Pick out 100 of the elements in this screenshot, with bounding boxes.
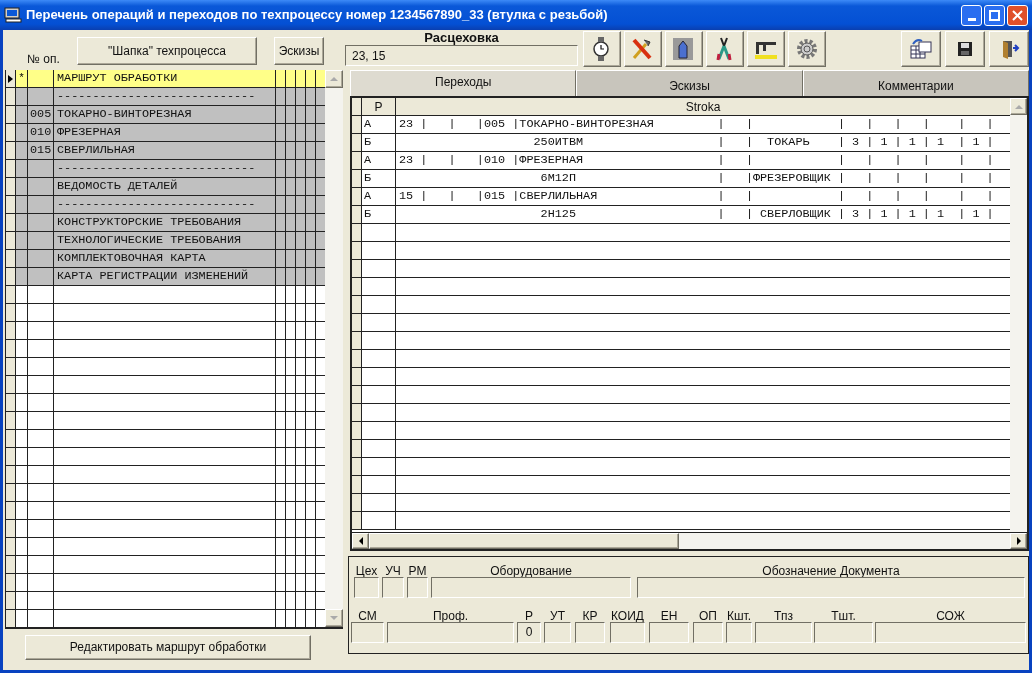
row-selector[interactable] <box>352 206 362 223</box>
input-field[interactable] <box>431 577 631 598</box>
row-selector[interactable] <box>6 286 16 303</box>
row-selector[interactable] <box>352 512 362 529</box>
grid-row[interactable]: 010 ФРЕЗЕРНАЯ <box>6 124 325 142</box>
sketches-button[interactable]: Эскизы <box>274 37 324 65</box>
row-selector[interactable] <box>352 494 362 511</box>
row-selector[interactable] <box>6 412 16 429</box>
row-selector[interactable] <box>6 196 16 213</box>
row-selector[interactable] <box>6 70 16 87</box>
grid-row[interactable]: 015 СВЕРЛИЛЬНАЯ <box>6 142 325 160</box>
tab[interactable]: Комментарии <box>802 70 1029 96</box>
input-field[interactable] <box>726 622 752 643</box>
row-selector[interactable] <box>352 350 362 367</box>
grid-row[interactable]: ТЕХНОЛОГИЧЕСКИЕ ТРЕБОВАНИЯ <box>6 232 325 250</box>
row-selector[interactable] <box>352 368 362 385</box>
row-selector[interactable] <box>352 404 362 421</box>
table-cell[interactable]: ФРЕЗЕРНАЯ <box>57 126 121 139</box>
column-header[interactable]: Stroka <box>396 98 1010 115</box>
scroll-thumb[interactable] <box>369 533 679 549</box>
table-cell[interactable]: МАРШРУТ ОБРАБОТКИ <box>57 72 178 85</box>
toolbar-button[interactable] <box>583 31 621 67</box>
row-selector[interactable] <box>352 278 362 295</box>
row-selector[interactable] <box>6 142 16 159</box>
row-selector[interactable] <box>6 178 16 195</box>
row-selector[interactable] <box>6 448 16 465</box>
column-header[interactable]: Р <box>362 98 396 115</box>
row-selector[interactable] <box>6 592 16 609</box>
row-selector[interactable] <box>6 610 16 627</box>
vertical-scrollbar[interactable] <box>325 70 343 627</box>
tab[interactable]: Эскизы <box>576 70 803 96</box>
row-selector[interactable] <box>6 250 16 267</box>
table-cell[interactable]: ВЕДОМОСТЬ ДЕТАЛЕЙ <box>57 180 178 193</box>
row-selector[interactable] <box>6 106 16 123</box>
row-selector[interactable] <box>6 322 16 339</box>
input-field[interactable] <box>814 622 873 643</box>
table-cell[interactable]: СВЕРЛИЛЬНАЯ <box>57 144 135 157</box>
row-selector[interactable] <box>352 458 362 475</box>
row-selector[interactable] <box>6 340 16 357</box>
tab[interactable]: Переходы <box>350 70 577 96</box>
row-selector[interactable] <box>6 304 16 321</box>
scroll-up-button[interactable] <box>325 70 343 88</box>
row-selector[interactable] <box>6 466 16 483</box>
minimize-button[interactable] <box>961 4 982 26</box>
row-selector[interactable] <box>352 422 362 439</box>
row-selector[interactable] <box>352 116 362 133</box>
input-field[interactable] <box>387 622 514 643</box>
row-selector[interactable] <box>6 556 16 573</box>
table-cell[interactable]: ---------------------------- <box>57 162 256 175</box>
grid-row[interactable]: КОМПЛЕКТОВОЧНАЯ КАРТА <box>6 250 325 268</box>
row-selector[interactable] <box>352 242 362 259</box>
row-selector[interactable] <box>6 88 16 105</box>
input-field[interactable] <box>637 577 1025 598</box>
table-cell[interactable]: ТОКАРНО-ВИНТОРЕЗНАЯ <box>57 108 192 121</box>
row-selector[interactable] <box>352 152 362 169</box>
row-selector[interactable] <box>6 502 16 519</box>
row-selector[interactable] <box>6 538 16 555</box>
shop-route-field[interactable]: 23, 15 <box>345 45 578 66</box>
row-selector[interactable] <box>6 268 16 285</box>
row-selector[interactable] <box>352 332 362 349</box>
row-selector[interactable] <box>352 224 362 241</box>
toolbar-button[interactable] <box>989 31 1029 67</box>
scroll-right-button[interactable] <box>1010 533 1027 549</box>
input-field[interactable] <box>351 622 384 643</box>
row-selector[interactable] <box>352 440 362 457</box>
input-field[interactable] <box>544 622 571 643</box>
row-selector[interactable] <box>6 430 16 447</box>
close-button[interactable] <box>1007 4 1028 26</box>
grid-row[interactable]: КОНСТРУКТОРСКИЕ ТРЕБОВАНИЯ <box>6 214 325 232</box>
row-selector[interactable] <box>6 574 16 591</box>
vertical-scrollbar[interactable] <box>1010 98 1027 532</box>
input-field[interactable] <box>875 622 1026 643</box>
scroll-down-button[interactable] <box>325 609 343 627</box>
scroll-up-button[interactable] <box>1010 98 1027 115</box>
input-field[interactable] <box>407 577 428 598</box>
table-cell[interactable]: ---------------------------- <box>57 90 256 103</box>
row-selector[interactable] <box>352 260 362 277</box>
grid-row[interactable]: ---------------------------- <box>6 196 325 214</box>
row-selector[interactable] <box>6 520 16 537</box>
toolbar-button[interactable] <box>945 31 985 67</box>
row-selector[interactable] <box>6 484 16 501</box>
input-field[interactable] <box>575 622 605 643</box>
input-field[interactable] <box>610 622 645 643</box>
row-selector[interactable] <box>6 232 16 249</box>
row-selector[interactable] <box>6 160 16 177</box>
row-selector[interactable] <box>6 214 16 231</box>
grid-row[interactable]: КАРТА РЕГИСТРАЦИИ ИЗМЕНЕНИЙ <box>6 268 325 286</box>
grid-row[interactable]: * МАРШРУТ ОБРАБОТКИ <box>6 70 325 88</box>
row-selector[interactable] <box>352 170 362 187</box>
row-selector[interactable] <box>352 476 362 493</box>
row-selector[interactable] <box>6 124 16 141</box>
header-button[interactable]: "Шапка" техпроцесса <box>77 37 257 65</box>
toolbar-button[interactable] <box>747 31 785 67</box>
input-field[interactable] <box>649 622 689 643</box>
input-field[interactable] <box>382 577 404 598</box>
row-selector[interactable] <box>6 394 16 411</box>
row-selector[interactable] <box>6 358 16 375</box>
grid-row[interactable]: 005 ТОКАРНО-ВИНТОРЕЗНАЯ <box>6 106 325 124</box>
toolbar-button[interactable] <box>665 31 703 67</box>
table-cell[interactable]: КАРТА РЕГИСТРАЦИИ ИЗМЕНЕНИЙ <box>57 270 249 283</box>
